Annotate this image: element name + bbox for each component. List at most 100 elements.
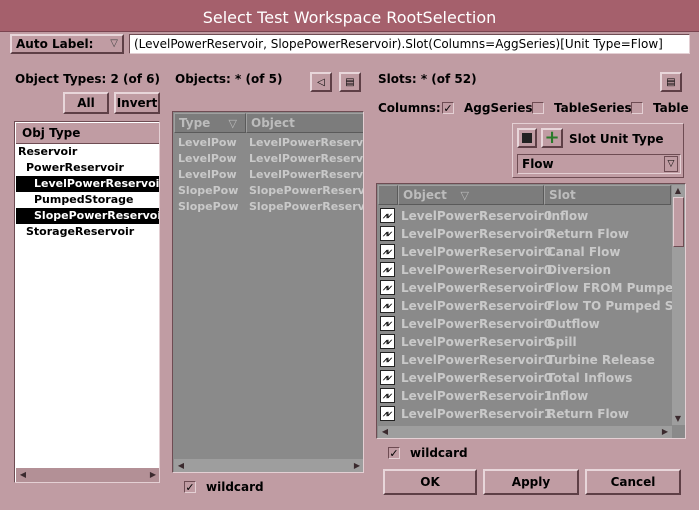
- objects-table-row[interactable]: LevelPow LevelPowerReservoir2: [174, 167, 363, 183]
- slots-table-row[interactable]: ⩘⩗ LevelPowerReservoir0 Turbine Release: [378, 351, 672, 369]
- scroll-right-icon[interactable]: ▶: [352, 461, 362, 471]
- obj-type-label: SlopePowerReservoir: [34, 209, 160, 222]
- collapse-left-button[interactable]: ◁: [310, 72, 332, 92]
- slots-hscroll[interactable]: ◀ ▶: [378, 426, 672, 438]
- objects-wildcard-checkbox[interactable]: ✓: [184, 481, 196, 493]
- slots-table-row[interactable]: ⩘⩗ LevelPowerReservoir0 Flow FROM Pumped: [378, 279, 672, 297]
- auto-label-button[interactable]: Auto Label: ▽: [10, 34, 124, 54]
- slots-table-row[interactable]: ⩘⩗ LevelPowerReservoir0 Spill: [378, 333, 672, 351]
- auto-label-text: Auto Label:: [16, 37, 94, 51]
- slots-table-row[interactable]: ⩘⩗ LevelPowerReservoir0 Outflow: [378, 315, 672, 333]
- auto-label-field[interactable]: (LevelPowerReservoir, SlopePowerReservoi…: [129, 34, 690, 54]
- slot-name-cell: Diversion: [547, 263, 611, 277]
- apply-button[interactable]: Apply: [483, 469, 579, 495]
- table-checkbox[interactable]: [631, 102, 643, 114]
- table-label: Table: [653, 101, 689, 115]
- object-types-header: Object Types: 2 (of 6): [15, 72, 160, 86]
- slots-table-row[interactable]: ⩘⩗ LevelPowerReservoir0 Inflow: [378, 207, 672, 225]
- objects-table-row[interactable]: SlopePow SlopePowerReservoir1: [174, 199, 363, 215]
- cancel-button[interactable]: Cancel: [585, 469, 681, 495]
- slots-table-row[interactable]: ⩘⩗ LevelPowerReservoir1 Inflow: [378, 387, 672, 405]
- slots-table-row[interactable]: ⩘⩗ LevelPowerReservoir0 Canal Flow: [378, 243, 672, 261]
- slots-table-row[interactable]: ⩘⩗ LevelPowerReservoir1 Return Flow: [378, 405, 672, 423]
- objects-object-column-header[interactable]: Object: [246, 113, 363, 133]
- slots-table[interactable]: Object ▽ Slot ⩘⩗ LevelPowerReservoir0 Infl…: [376, 183, 686, 439]
- obj-type-item[interactable]: Reservoir: [16, 144, 159, 160]
- object-types-list[interactable]: Obj Type Reservoir PowerReservoir LevelPow…: [14, 121, 160, 483]
- obj-type-item[interactable]: LevelPowerReservoir: [16, 176, 159, 192]
- obj-type-item[interactable]: StorageReservoir: [16, 224, 159, 240]
- unit-type-label: Slot Unit Type: [569, 132, 664, 146]
- series-slot-icon: ⩘⩗: [380, 370, 395, 385]
- ok-button[interactable]: OK: [383, 469, 477, 495]
- object-type-cell: LevelPow: [178, 168, 237, 181]
- objects-menu-button[interactable]: ▤: [339, 72, 361, 92]
- series-slot-icon: ⩘⩗: [380, 316, 395, 331]
- series-slot-icon: ⩘⩗: [380, 262, 395, 277]
- objects-hscroll[interactable]: ◀ ▶: [174, 459, 363, 472]
- object-name-cell: LevelPowerReservoir1: [249, 152, 364, 165]
- type-header-label: Type: [179, 116, 211, 130]
- object-header-label: Object: [403, 188, 447, 202]
- slots-table-row[interactable]: ⩘⩗ LevelPowerReservoir0 Return Flow: [378, 225, 672, 243]
- objects-table-row[interactable]: LevelPow LevelPowerReservoir1: [174, 151, 364, 167]
- slot-name-cell: Turbine Release: [547, 353, 655, 367]
- object-type-cell: LevelPow: [178, 136, 237, 149]
- objects-table[interactable]: Type ▽ Object LevelPow LevelPowerReservoi…: [172, 111, 364, 473]
- objects-type-column-header[interactable]: Type ▽: [174, 113, 246, 133]
- object-name-cell: LevelPowerReservoir0: [249, 136, 364, 149]
- scroll-right-icon[interactable]: ▶: [148, 470, 158, 480]
- slots-table-row[interactable]: ⩘⩗ LevelPowerReservoir0 Total Inflows: [378, 369, 672, 387]
- object-type-cell: SlopePow: [178, 184, 239, 197]
- unit-type-select[interactable]: Flow ▽: [517, 154, 681, 174]
- obj-type-item[interactable]: PowerReservoir: [16, 160, 159, 176]
- slot-object-cell: LevelPowerReservoir0: [401, 263, 553, 277]
- scroll-up-icon[interactable]: ▲: [673, 186, 683, 196]
- aggseries-checkbox[interactable]: ✓: [442, 102, 454, 114]
- scroll-down-icon[interactable]: ▼: [673, 414, 683, 424]
- slot-object-cell: LevelPowerReservoir0: [401, 299, 553, 313]
- plus-icon: +: [544, 127, 560, 148]
- square-icon: [522, 133, 532, 143]
- object-type-cell: SlopePow: [178, 200, 239, 213]
- slots-slot-column-header[interactable]: Slot: [544, 185, 671, 205]
- slot-object-cell: LevelPowerReservoir1: [401, 389, 553, 403]
- slots-table-row[interactable]: ⩘⩗ LevelPowerReservoir0Flow TO Pumped Sto: [378, 297, 672, 315]
- slot-name-cell: Canal Flow: [547, 245, 621, 259]
- obj-type-column-header[interactable]: Obj Type: [16, 123, 159, 144]
- tableseries-checkbox[interactable]: [532, 102, 544, 114]
- scroll-left-icon[interactable]: ◀: [176, 461, 186, 471]
- invert-button[interactable]: Invert: [114, 92, 160, 114]
- title-bar: Select Test Workspace RootSelection: [0, 0, 699, 32]
- series-slot-icon: ⩘⩗: [380, 226, 395, 241]
- slots-wildcard-label: wildcard: [410, 446, 468, 460]
- objects-header: Objects: * (of 5): [175, 72, 283, 86]
- series-slot-icon: ⩘⩗: [380, 334, 395, 349]
- obj-type-item[interactable]: PumpedStorage: [16, 192, 159, 208]
- dropdown-icon: ▽: [664, 156, 678, 172]
- add-filter-button[interactable]: +: [541, 128, 563, 148]
- obj-type-label: PumpedStorage: [34, 193, 134, 206]
- all-button[interactable]: All: [63, 92, 109, 114]
- slots-vscroll[interactable]: ▲ ▼: [672, 185, 685, 425]
- slots-vscroll-thumb[interactable]: [673, 197, 684, 247]
- slots-wildcard-checkbox[interactable]: ✓: [388, 447, 400, 459]
- filter-toggle-button[interactable]: [517, 128, 537, 148]
- unit-type-filter-box: + Slot Unit Type Flow ▽: [512, 123, 684, 178]
- slots-table-row[interactable]: ⩘⩗ LevelPowerReservoir0 Diversion: [378, 261, 672, 279]
- sort-down-icon: ▽: [460, 189, 469, 202]
- scroll-right-icon[interactable]: ▶: [660, 427, 670, 437]
- objects-table-row[interactable]: LevelPow LevelPowerReservoir0: [174, 135, 364, 151]
- obj-type-item[interactable]: SlopePowerReservoir: [16, 208, 160, 224]
- object-types-hscroll[interactable]: ◀ ▶: [16, 468, 159, 482]
- objects-table-row[interactable]: SlopePow SlopePowerReservoir0: [174, 183, 363, 199]
- slot-name-cell: Outflow: [547, 317, 600, 331]
- slots-menu-button[interactable]: ▤: [660, 72, 682, 92]
- scroll-left-icon[interactable]: ◀: [380, 427, 390, 437]
- sort-down-icon: ▽: [228, 117, 237, 130]
- slots-icon-column-header[interactable]: [378, 185, 398, 205]
- scroll-left-icon[interactable]: ◀: [18, 470, 28, 480]
- series-slot-icon: ⩘⩗: [380, 280, 395, 295]
- slots-object-column-header[interactable]: Object ▽: [398, 185, 544, 205]
- list-menu-icon: ▤: [345, 76, 355, 88]
